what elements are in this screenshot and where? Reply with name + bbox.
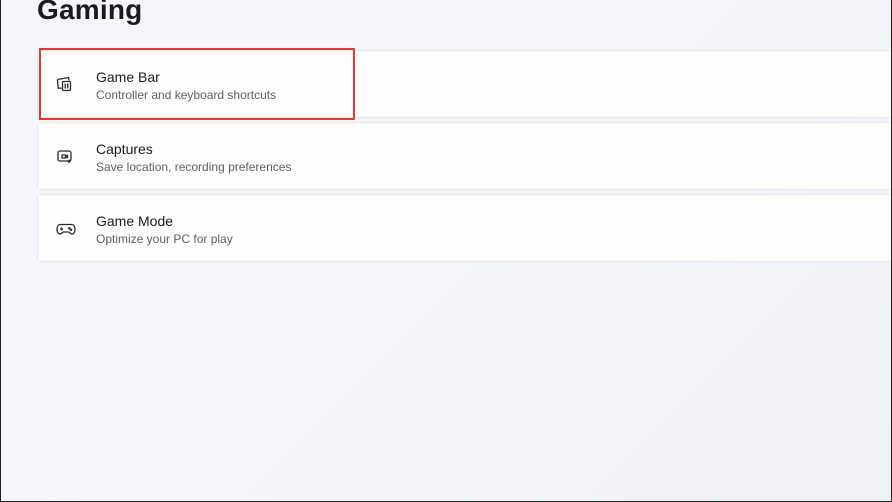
game-bar-icon xyxy=(55,75,77,95)
captures-icon xyxy=(55,147,77,167)
page-title: Gaming xyxy=(37,0,143,25)
settings-card-title: Game Bar xyxy=(96,69,160,85)
settings-card-title: Game Mode xyxy=(96,213,174,229)
settings-card-game-mode[interactable]: Game Mode Optimize your PC for play xyxy=(37,194,892,262)
settings-card-subtitle: Save location, recording preferences xyxy=(96,160,292,174)
controller-icon xyxy=(55,219,77,239)
settings-card-subtitle: Controller and keyboard shortcuts xyxy=(96,88,277,102)
settings-card-captures[interactable]: Captures Save location, recording prefer… xyxy=(37,122,892,190)
settings-card-game-bar[interactable]: Game Bar Controller and keyboard shortcu… xyxy=(37,50,892,118)
settings-card-subtitle: Optimize your PC for play xyxy=(96,232,233,246)
settings-card-title: Captures xyxy=(96,141,153,157)
